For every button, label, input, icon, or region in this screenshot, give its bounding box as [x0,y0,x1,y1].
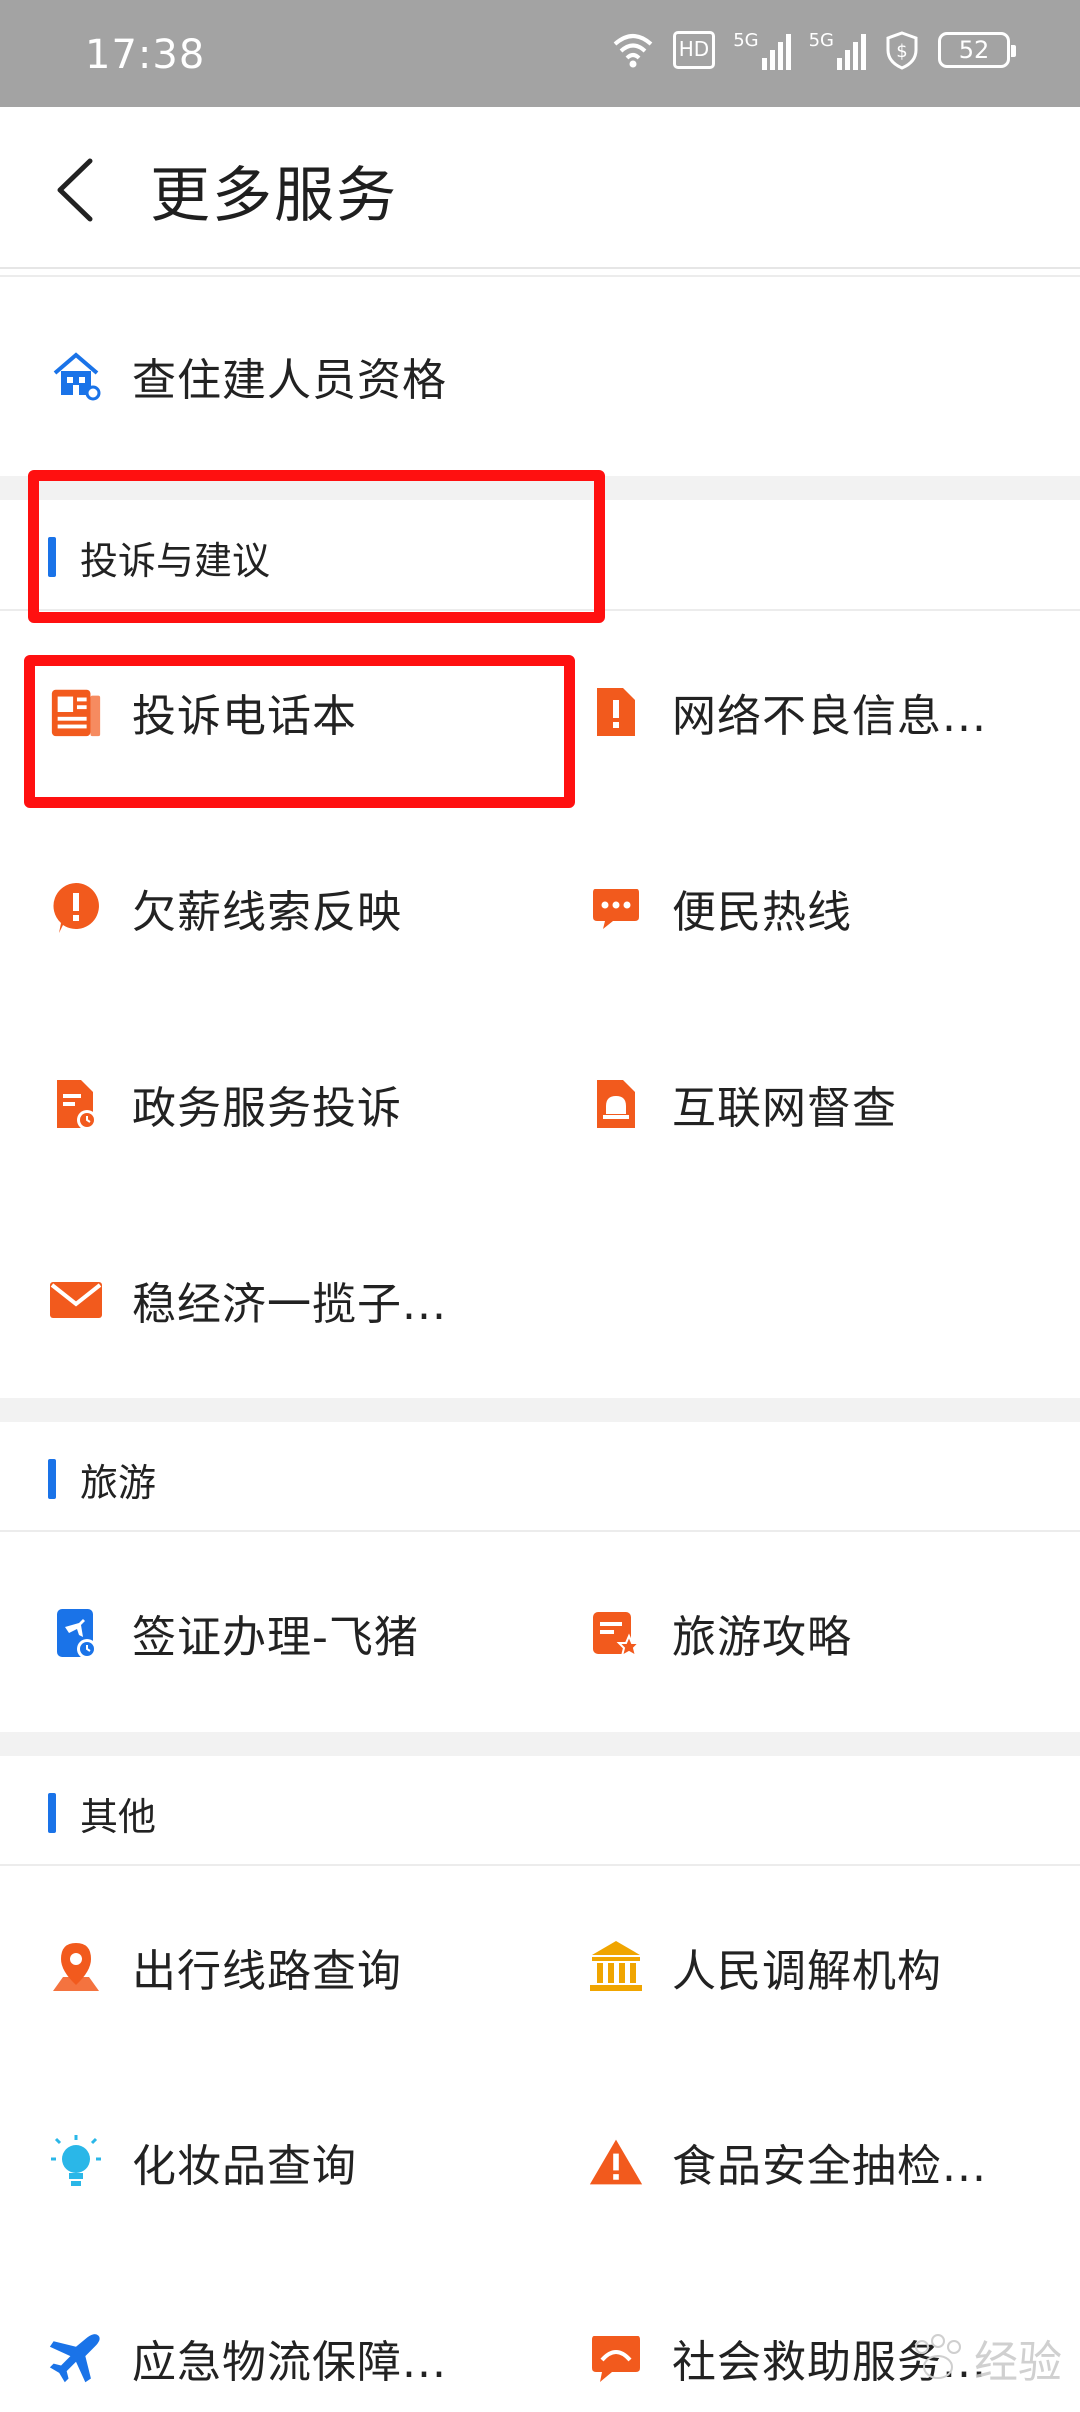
service-item-label: 应急物流保障... [132,2337,447,2388]
document-clock-icon [48,1076,104,1132]
chat-handshake-icon [588,2330,644,2386]
service-item-visa-fliggy[interactable]: 签证办理-飞猪 [48,1593,419,1673]
airplane-icon [48,2330,104,2386]
service-item-emergency-logistics[interactable]: 应急物流保障... [48,2318,447,2398]
section-header-travel: 旅游 [0,1422,1080,1530]
section-gap [0,1732,1080,1756]
document-alert-icon [588,684,644,740]
service-item-label: 食品安全抽检... [672,2141,987,2192]
status-icons: HD 5G 5G $ 52 [611,30,1016,70]
envelope-icon [48,1272,104,1328]
service-item-travel-guide[interactable]: 旅游攻略 [588,1593,852,1673]
divider [0,1530,1080,1532]
map-pin-icon [48,1939,104,1995]
service-item-label: 便民热线 [672,887,852,938]
service-item-wage-arrears[interactable]: 欠薪线索反映 [48,868,402,948]
watermark: 经验 [908,2326,1062,2390]
signal-5g-icon-2: 5G [809,30,866,70]
svg-text:$: $ [896,41,907,62]
service-item-gov-complaint[interactable]: 政务服务投诉 [48,1064,402,1144]
service-item-label: 化妆品查询 [132,2141,357,2192]
service-item-label: 旅游攻略 [672,1612,852,1663]
service-item-label: 签证办理-飞猪 [132,1612,419,1663]
service-item-route-query[interactable]: 出行线路查询 [48,1927,402,2007]
section-title: 旅游 [80,1461,157,1505]
courthouse-icon [588,1939,644,1995]
passport-plane-icon [48,1605,104,1661]
status-time: 17:38 [85,32,206,78]
highlight-box-section [28,470,605,623]
service-item-internet-supervision[interactable]: 互联网督查 [588,1064,897,1144]
section-gap [0,1398,1080,1422]
service-item-label: 欠薪线索反映 [132,887,402,938]
hd-icon: HD [672,31,716,69]
paw-icon [915,2334,961,2379]
signal-5g-icon: 5G [733,30,791,70]
service-item-label: 人民调解机构 [672,1946,942,1997]
section-title: 其他 [80,1795,157,1839]
nav-bar: 更多服务 [0,107,1080,269]
net-type-2: 5G [808,30,834,51]
service-item-bad-info-report[interactable]: 网络不良信息... [588,672,987,752]
service-item-label: 网络不良信息... [672,691,987,742]
service-item-mediation-agency[interactable]: 人民调解机构 [588,1927,942,2007]
shield-icon: $ [886,31,918,70]
service-item-label: 出行线路查询 [132,1946,402,1997]
section-accent-bar [48,1793,56,1833]
service-item-stabilize-economy[interactable]: 稳经济一揽子... [48,1260,447,1340]
service-item-food-safety[interactable]: 食品安全抽检... [588,2122,987,2202]
net-type-1: 5G [733,30,759,51]
lightbulb-icon [48,2134,104,2190]
service-item-label: 稳经济一揽子... [132,1279,447,1330]
alert-circle-icon [48,880,104,936]
service-item-hotline[interactable]: 便民热线 [588,868,852,948]
status-bar: 17:38 HD 5G 5G $ 52 [0,0,1080,107]
highlight-box-phonebook [24,655,575,808]
service-item-cosmetics-query[interactable]: 化妆品查询 [48,2122,357,2202]
service-item-label: 互联网督查 [672,1083,897,1134]
watermark-text: 经验 [974,2337,1062,2388]
section-header-other: 其他 [0,1756,1080,1864]
back-arrow-icon[interactable] [48,155,108,225]
wifi-icon [613,34,653,68]
divider [0,1864,1080,1866]
service-item-label: 查住建人员资格 [132,355,447,406]
service-item-housing-qualification[interactable]: 查住建人员资格 [48,336,447,416]
service-item-label: 政务服务投诉 [132,1083,402,1134]
warning-triangle-icon [588,2134,644,2190]
section-accent-bar [48,1459,56,1499]
document-siren-icon [588,1076,644,1132]
divider [0,275,1080,277]
house-search-icon [48,348,104,404]
page-title: 更多服务 [150,161,398,231]
battery-level: 52 [958,36,990,64]
chat-bubble-icon [588,880,644,936]
guide-star-icon [588,1605,644,1661]
battery-icon: 52 [938,32,1016,68]
